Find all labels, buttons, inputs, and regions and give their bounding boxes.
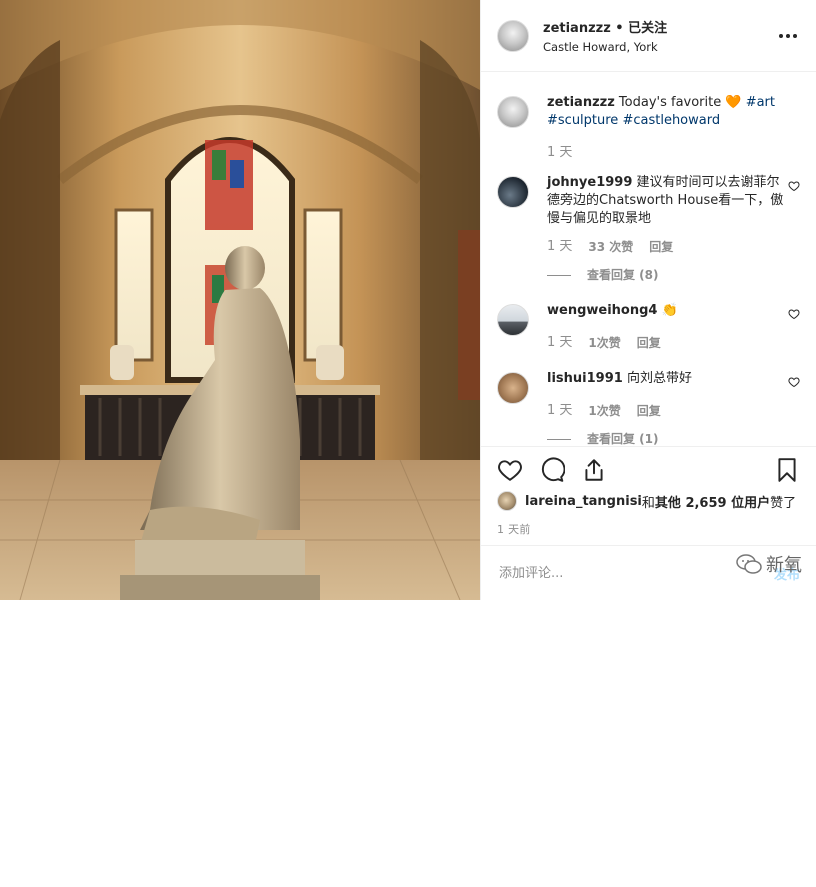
post-actions: lareina_tangnisi 和 其他 2,659 位用户 赞了 1 天前	[481, 446, 816, 887]
replies-divider	[547, 274, 571, 276]
caption-avatar[interactable]	[497, 96, 529, 128]
hashtag-art[interactable]: #art	[746, 95, 775, 110]
comment-text: 👏	[657, 303, 678, 318]
author-avatar[interactable]	[497, 19, 529, 52]
liker-avatar[interactable]	[497, 491, 517, 511]
likes-and: 和	[641, 495, 655, 511]
comment-like-heart-icon[interactable]	[788, 180, 800, 192]
replies-divider	[547, 438, 571, 440]
comment-meta: 1 天 1次赞 回复	[547, 402, 788, 420]
comment-item: wengweihong4 👏 1 天 1次赞 回复	[481, 302, 816, 352]
comment-like-heart-icon[interactable]	[788, 376, 800, 388]
caption-meta: 1 天	[547, 144, 800, 162]
caption: zetianzzz Today's favorite 🧡 #art #sculp…	[481, 94, 816, 162]
hashtag-castlehoward[interactable]: #castlehoward	[622, 113, 720, 128]
comment-body: johnye1999 建议有时间可以去谢菲尔德旁边的Chatsworth Hou…	[547, 174, 788, 284]
likes-summary: lareina_tangnisi 和 其他 2,659 位用户 赞了	[481, 483, 816, 511]
comment-text: 向刘总带好	[622, 371, 692, 386]
heart-emoji: 🧡	[725, 95, 742, 110]
hashtag-sculpture[interactable]: #sculpture	[547, 113, 618, 128]
reply-button[interactable]: 回复	[649, 238, 673, 256]
view-replies-label: 查看回复 (8)	[587, 268, 659, 282]
comment-time[interactable]: 1 天	[547, 238, 572, 256]
comment-input[interactable]	[497, 564, 774, 582]
post-header: zetianzzz • 已关注 Castle Howard, York	[481, 0, 816, 72]
post-side-panel: zetianzzz • 已关注 Castle Howard, York zeti…	[480, 0, 816, 600]
share-icon[interactable]	[581, 457, 607, 483]
comment-username[interactable]: wengweihong4	[547, 303, 657, 318]
more-icon[interactable]	[776, 24, 800, 48]
heart-icon[interactable]	[497, 457, 523, 483]
comment-likes[interactable]: 33 次赞	[588, 238, 633, 256]
liker-username[interactable]: lareina_tangnisi	[525, 494, 642, 509]
comment-likes[interactable]: 1次赞	[588, 334, 620, 352]
action-icons	[481, 447, 816, 483]
likes-suffix: 赞了	[770, 495, 797, 511]
comments-list[interactable]: zetianzzz Today's favorite 🧡 #art #sculp…	[481, 72, 816, 445]
watermark-text: 新氧	[766, 555, 802, 576]
bookmark-icon[interactable]	[774, 457, 800, 483]
comment-item: lishui1991 向刘总带好 1 天 1次赞 回复 查看回复 (1)	[481, 370, 816, 445]
comment-meta: 1 天 1次赞 回复	[547, 334, 788, 352]
author-username[interactable]: zetianzzz	[543, 21, 611, 36]
comment-time[interactable]: 1 天	[547, 334, 572, 352]
posted-time[interactable]: 1 天前	[481, 511, 816, 537]
comment-icon[interactable]	[539, 457, 565, 483]
comment-item: johnye1999 建议有时间可以去谢菲尔德旁边的Chatsworth Hou…	[481, 174, 816, 284]
photo-illustration	[0, 0, 480, 600]
view-replies[interactable]: 查看回复 (8)	[547, 266, 788, 284]
caption-username[interactable]: zetianzzz	[547, 95, 615, 110]
more-dots	[779, 33, 797, 38]
caption-body: zetianzzz Today's favorite 🧡 #art #sculp…	[547, 94, 800, 162]
view-replies-label: 查看回复 (1)	[587, 432, 659, 445]
author-info: zetianzzz • 已关注 Castle Howard, York	[543, 17, 776, 54]
author-line: zetianzzz • 已关注	[543, 17, 776, 36]
comment-avatar[interactable]	[497, 304, 529, 336]
reply-button[interactable]: 回复	[637, 402, 661, 420]
watermark: 新氧	[736, 551, 802, 577]
caption-time[interactable]: 1 天	[547, 144, 572, 162]
comment-likes[interactable]: 1次赞	[588, 402, 620, 420]
caption-text: Today's favorite	[614, 95, 726, 110]
view-replies[interactable]: 查看回复 (1)	[547, 430, 788, 445]
post-location[interactable]: Castle Howard, York	[543, 40, 776, 54]
comment-username[interactable]: johnye1999	[547, 175, 632, 190]
comment-avatar[interactable]	[497, 372, 529, 404]
comment-body: wengweihong4 👏 1 天 1次赞 回复	[547, 302, 788, 352]
likes-others[interactable]: 其他 2,659 位用户	[655, 492, 770, 511]
comment-time[interactable]: 1 天	[547, 402, 572, 420]
follow-status[interactable]: • 已关注	[611, 21, 667, 36]
post-photo[interactable]	[0, 0, 480, 600]
reply-button[interactable]: 回复	[637, 334, 661, 352]
comment-avatar[interactable]	[497, 176, 529, 208]
comment-body: lishui1991 向刘总带好 1 天 1次赞 回复 查看回复 (1)	[547, 370, 788, 445]
comment-meta: 1 天 33 次赞 回复	[547, 238, 788, 256]
comment-like-heart-icon[interactable]	[788, 308, 800, 320]
comment-username[interactable]: lishui1991	[547, 371, 623, 386]
wechat-icon	[736, 554, 762, 574]
